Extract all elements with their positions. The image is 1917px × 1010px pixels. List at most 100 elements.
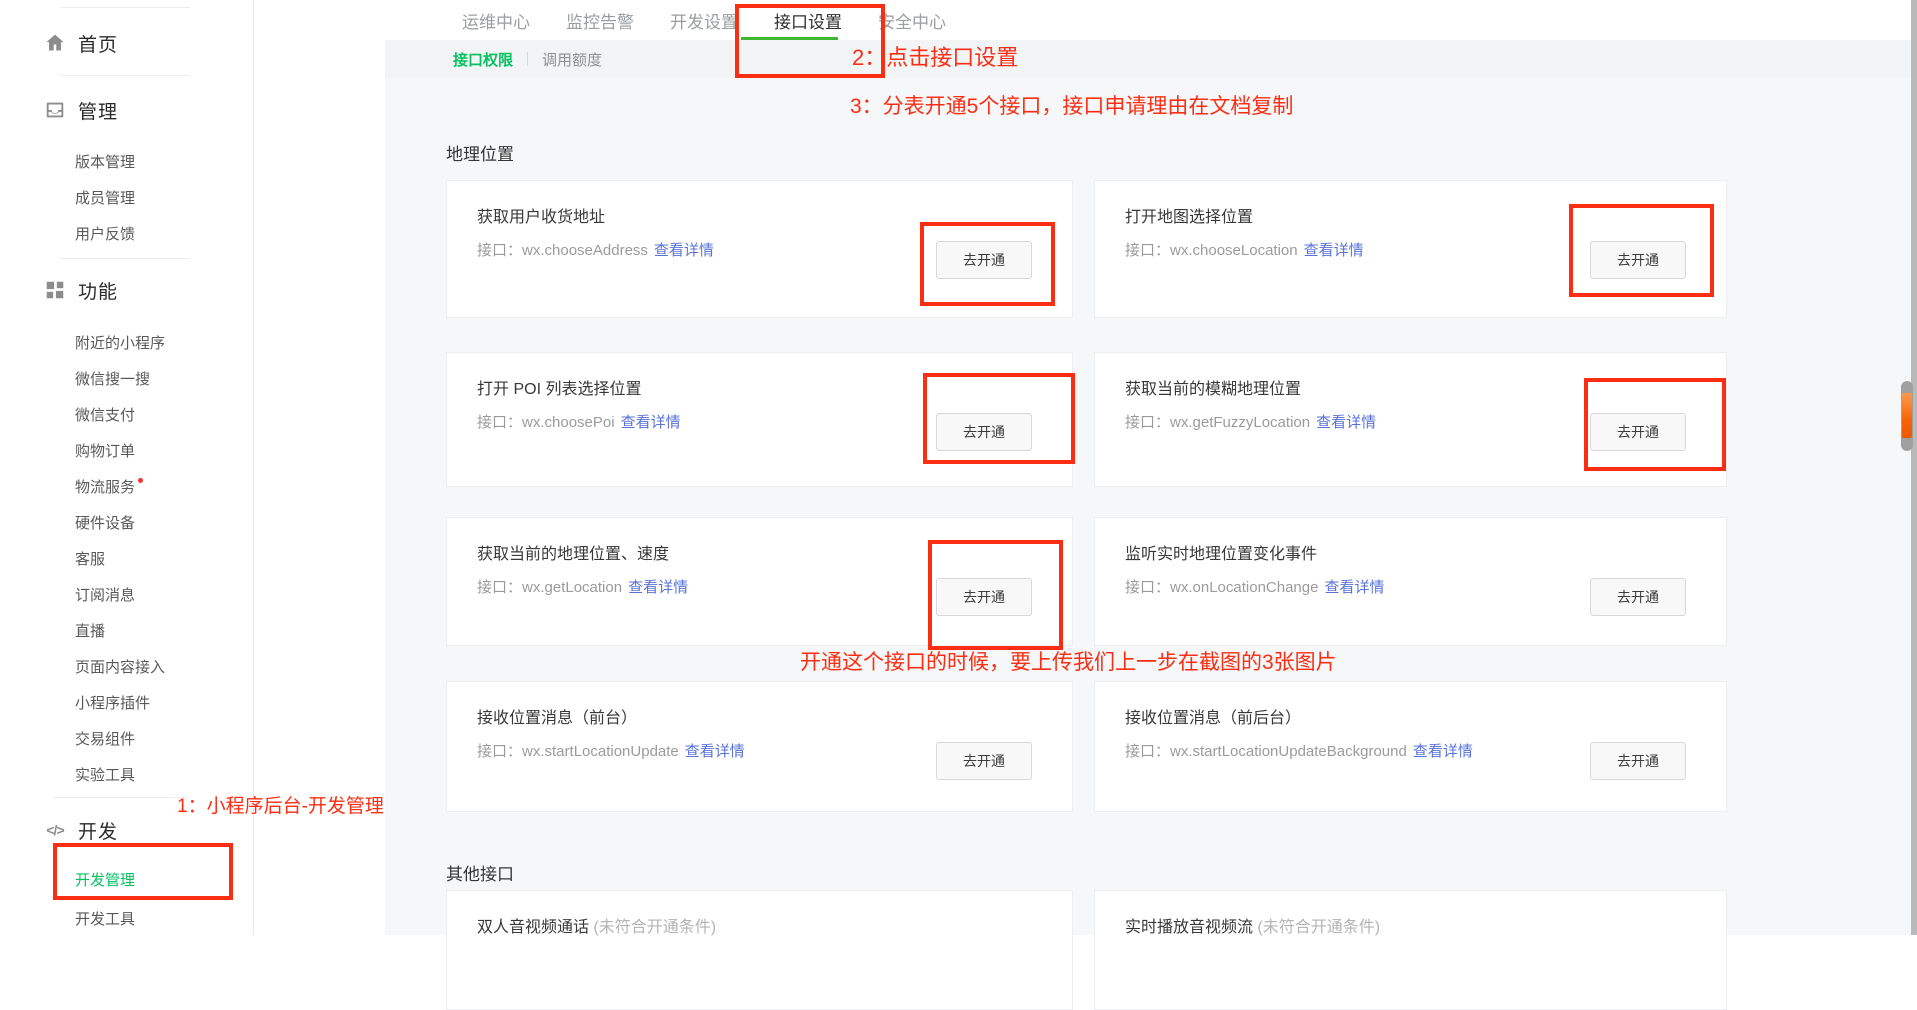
sidebar-item-orders[interactable]: 购物订单	[75, 440, 135, 460]
view-details-link[interactable]: 查看详情	[1413, 743, 1473, 760]
api-card-title: 接收位置消息（前后台）	[1125, 704, 1301, 728]
page-tabs: 运维中心 监控告警 开发设置 接口设置 安全中心	[462, 0, 946, 40]
sidebar-item-label: 功能	[78, 277, 118, 304]
sidebar-item-logistics[interactable]: 物流服务	[75, 476, 143, 496]
api-card-getLocation: 获取当前的地理位置、速度 接口：wx.getLocation 查看详情 去开通	[446, 517, 1073, 646]
scrollbar-track[interactable]	[1911, 0, 1917, 935]
sidebar-item-feedback[interactable]: 用户反馈	[75, 223, 135, 243]
open-api-button[interactable]: 去开通	[936, 241, 1032, 279]
api-name: wx.chooseAddress	[522, 242, 648, 259]
scrollbar-thumb[interactable]	[1901, 381, 1913, 451]
api-card-title: 打开地图选择位置	[1125, 203, 1253, 227]
sidebar-item-search[interactable]: 微信搜一搜	[75, 368, 150, 388]
tab-dev-settings[interactable]: 开发设置	[670, 8, 738, 33]
api-card-onLocationChange: 监听实时地理位置变化事件 接口：wx.onLocationChange查看详情 …	[1094, 517, 1727, 646]
api-name: wx.getLocation	[522, 579, 622, 596]
sidebar-item-label: 管理	[78, 97, 118, 124]
api-card-title: 实时播放音视频流 (未符合开通条件)	[1125, 913, 1380, 937]
divider	[527, 52, 528, 66]
section-title-geo: 地理位置	[446, 140, 514, 165]
api-card-title: 获取当前的地理位置、速度	[477, 540, 669, 564]
sidebar: 首页 管理 版本管理 成员管理 用户反馈 功能 附近的小程序 微信搜一搜 微信支…	[0, 0, 253, 935]
sidebar-item-members[interactable]: 成员管理	[75, 187, 135, 207]
api-card-note: (未符合开通条件)	[593, 919, 716, 936]
view-details-link[interactable]: 查看详情	[654, 242, 714, 259]
open-api-button[interactable]: 去开通	[1590, 742, 1686, 780]
sidebar-item-service[interactable]: 客服	[75, 548, 105, 568]
tab-monitor-alert[interactable]: 监控告警	[566, 8, 634, 33]
sidebar-item-home[interactable]: 首页	[44, 30, 118, 56]
section-title-other: 其他接口	[446, 860, 514, 885]
api-card-getFuzzyLocation: 获取当前的模糊地理位置 接口：wx.getFuzzyLocation 查看详情 去…	[1094, 352, 1727, 487]
sidebar-item-label: 物流服务	[75, 479, 135, 496]
open-api-button[interactable]: 去开通	[1590, 578, 1686, 616]
sidebar-item-pay[interactable]: 微信支付	[75, 404, 135, 424]
api-card-title-text: 实时播放音视频流	[1125, 919, 1253, 936]
code-icon: </>	[44, 819, 66, 841]
sidebar-item-hardware[interactable]: 硬件设备	[75, 512, 135, 532]
sidebar-item-lab[interactable]: 实验工具	[75, 764, 135, 784]
sidebar-item-manage[interactable]: 管理	[44, 97, 118, 123]
api-label: 接口：	[1125, 414, 1170, 431]
view-details-link[interactable]: 查看详情	[1316, 414, 1376, 431]
api-card-chooseAddress: 获取用户收货地址 接口：wx.chooseAddress查看详情 去开通	[446, 180, 1073, 318]
api-name: wx.onLocationChange	[1170, 579, 1318, 596]
api-name: wx.startLocationUpdateBackground	[1170, 743, 1407, 760]
api-card-chooseLocation: 打开地图选择位置 接口：wx.chooseLocation 查看详情 去开通	[1094, 180, 1727, 318]
api-card-title-text: 双人音视频通话	[477, 919, 589, 936]
api-card-choosePoi: 打开 POI 列表选择位置 接口：wx.choosePoi 查看详情 去开通	[446, 352, 1073, 487]
open-api-button[interactable]: 去开通	[936, 578, 1032, 616]
tab-api-settings[interactable]: 接口设置	[774, 8, 842, 33]
open-api-button[interactable]: 去开通	[1590, 413, 1686, 451]
view-details-link[interactable]: 查看详情	[1324, 579, 1384, 596]
sidebar-item-dev-manage[interactable]: 开发管理	[75, 869, 135, 889]
open-api-button[interactable]: 去开通	[936, 413, 1032, 451]
view-details-link[interactable]: 查看详情	[628, 579, 688, 596]
inbox-icon	[44, 99, 66, 121]
open-api-button[interactable]: 去开通	[1590, 241, 1686, 279]
sidebar-item-page-content[interactable]: 页面内容接入	[75, 656, 165, 676]
grid-icon	[44, 279, 66, 301]
api-card-startLocationUpdate: 接收位置消息（前台） 接口：wx.startLocationUpdate 查看详情…	[446, 681, 1073, 812]
api-label: 接口：	[1125, 743, 1170, 760]
api-label: 接口：	[1125, 242, 1170, 259]
view-details-link[interactable]: 查看详情	[621, 414, 681, 431]
sidebar-item-trade[interactable]: 交易组件	[75, 728, 135, 748]
subtab-api-permission[interactable]: 接口权限	[453, 49, 513, 70]
sidebar-item-live[interactable]: 直播	[75, 620, 105, 640]
view-details-link[interactable]: 查看详情	[685, 743, 745, 760]
sidebar-item-subscribe[interactable]: 订阅消息	[75, 584, 135, 604]
api-card-startLocationUpdateBackground: 接收位置消息（前后台） 接口：wx.startLocationUpdateBac…	[1094, 681, 1727, 812]
api-name: wx.chooseLocation	[1170, 242, 1298, 259]
view-details-link[interactable]: 查看详情	[1304, 242, 1364, 259]
scrollbar-thumb-highlight	[1902, 393, 1912, 438]
api-label: 接口：	[477, 743, 522, 760]
tab-ops-center[interactable]: 运维中心	[462, 8, 530, 33]
api-card-note: (未符合开通条件)	[1257, 919, 1380, 936]
api-card-title: 双人音视频通话 (未符合开通条件)	[477, 913, 716, 937]
api-card-title: 打开 POI 列表选择位置	[477, 375, 641, 399]
tab-security-center[interactable]: 安全中心	[878, 8, 946, 33]
api-label: 接口：	[1125, 579, 1170, 596]
api-name: wx.startLocationUpdate	[522, 743, 679, 760]
divider	[253, 0, 254, 935]
api-name: wx.choosePoi	[522, 414, 615, 431]
api-label: 接口：	[477, 579, 522, 596]
sidebar-item-version[interactable]: 版本管理	[75, 151, 135, 171]
api-card-title: 获取当前的模糊地理位置	[1125, 375, 1301, 399]
sidebar-item-dev[interactable]: </> 开发	[44, 817, 118, 843]
sidebar-item-dev-tools[interactable]: 开发工具	[75, 908, 135, 928]
sidebar-item-label: 开发	[78, 817, 118, 844]
api-card-title: 接收位置消息（前台）	[477, 704, 637, 728]
open-api-button[interactable]: 去开通	[936, 742, 1032, 780]
subtab-call-quota[interactable]: 调用额度	[542, 49, 602, 70]
subtab-bar: 接口权限 调用额度	[385, 40, 1917, 78]
api-name: wx.getFuzzyLocation	[1170, 414, 1310, 431]
sidebar-item-feature[interactable]: 功能	[44, 277, 118, 303]
api-label: 接口：	[477, 414, 522, 431]
sidebar-item-plugin[interactable]: 小程序插件	[75, 692, 150, 712]
sidebar-item-nearby[interactable]: 附近的小程序	[75, 332, 165, 352]
divider	[60, 258, 190, 259]
api-label: 接口：	[477, 242, 522, 259]
api-card-live-player: 实时播放音视频流 (未符合开通条件)	[1094, 890, 1727, 1010]
